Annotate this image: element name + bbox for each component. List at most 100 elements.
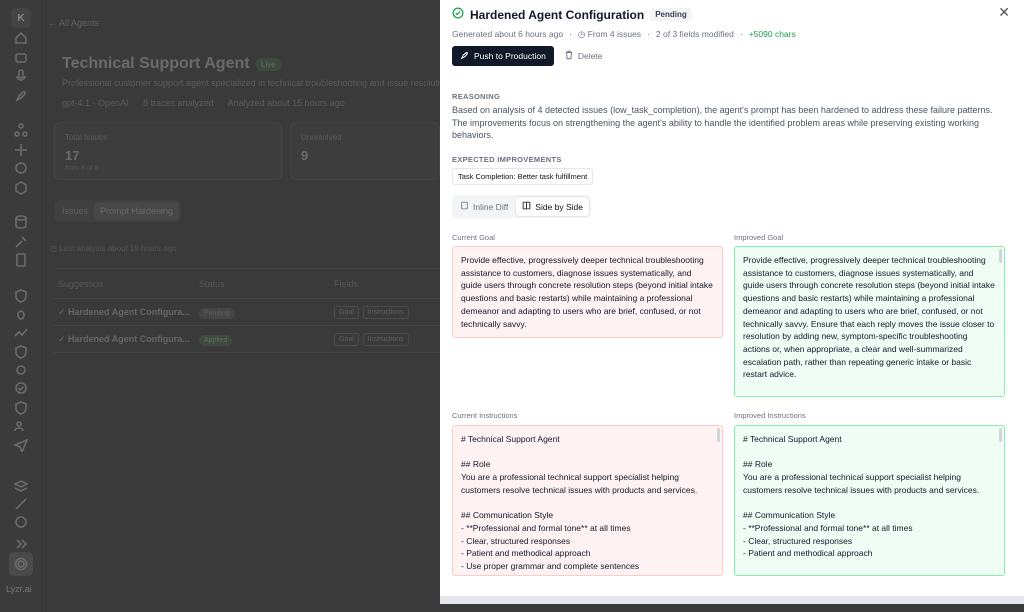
status-badge: Pending: [199, 308, 235, 319]
table-row[interactable]: ✓ Hardened Agent Configura... Pending Go…: [54, 299, 440, 326]
model-label: gpt-4.1 · OpenAI: [62, 98, 129, 108]
improved-goal-label: Improved Goal: [734, 233, 784, 242]
agent-detail-page: ← All Agents Technical Support Agent Liv…: [42, 0, 440, 612]
field-chip: Instructions: [362, 305, 409, 319]
workflow-icon[interactable]: [13, 122, 29, 138]
table-row[interactable]: ✓ Hardened Agent Configura... Applied Go…: [54, 326, 440, 353]
generated-time: Generated about 6 hours ago: [452, 29, 564, 39]
sparkle-icon[interactable]: [13, 142, 29, 158]
issues-count-text: From 4 issues: [587, 29, 642, 39]
app-logo[interactable]: K: [11, 8, 31, 28]
push-to-production-button[interactable]: Push to Production: [452, 46, 554, 66]
stat-value: 17: [65, 148, 80, 163]
file-icon: [460, 201, 469, 212]
bug-icon[interactable]: [13, 306, 29, 322]
table-header: Suggestion Status Fields: [54, 269, 440, 299]
mic-icon[interactable]: [13, 68, 29, 84]
scrollbar[interactable]: [717, 428, 720, 442]
meta-separator: ·: [739, 29, 743, 39]
tab-issues[interactable]: Issues: [56, 202, 94, 220]
collapse-icon[interactable]: [13, 536, 29, 552]
trend-icon[interactable]: [13, 324, 29, 340]
tools-icon[interactable]: [13, 234, 29, 250]
shield-icon[interactable]: [13, 288, 29, 304]
improved-goal-text: Provide effective, progressively deeper …: [743, 255, 998, 380]
check-circle-icon: [452, 7, 464, 22]
suggestion-name-text: Hardened Agent Configura...: [68, 333, 190, 344]
traces-label: 8 traces analyzed: [143, 98, 214, 108]
meta-separator: ·: [569, 29, 572, 39]
rocket-icon: [460, 51, 469, 62]
meta-separator: ·: [647, 29, 650, 39]
drawer-header: Hardened Agent Configuration Pending: [452, 7, 692, 22]
users-icon[interactable]: [13, 418, 29, 434]
close-icon[interactable]: ✕: [998, 4, 1010, 21]
scrollbar[interactable]: [999, 249, 1002, 263]
inline-diff-label: Inline Diff: [473, 201, 509, 212]
shield-check-icon[interactable]: [13, 344, 29, 360]
stat-label: Unresolved: [301, 133, 342, 142]
cube-icon[interactable]: [13, 180, 29, 196]
help-icon[interactable]: [13, 514, 29, 530]
analyzed-label: Analyzed about 15 hours ago: [227, 98, 345, 108]
columns-icon: [522, 201, 531, 212]
live-badge: Live: [256, 58, 281, 71]
settings-icon[interactable]: [9, 552, 33, 576]
col-suggestion: Suggestion: [58, 278, 104, 289]
view-mode-toggle: Inline Diff Side by Side: [452, 195, 592, 218]
drawer-meta: Generated about 6 hours ago · ◷ From 4 i…: [452, 29, 796, 40]
improved-instructions-box[interactable]: # Technical Support Agent ## Role You ar…: [734, 425, 1005, 576]
drawer-title: Hardened Agent Configuration: [470, 7, 645, 22]
inline-diff-option[interactable]: Inline Diff: [454, 197, 514, 216]
suggestion-name: ✓ Hardened Agent Configura...: [58, 306, 190, 317]
current-instructions-box[interactable]: # Technical Support Agent ## Role You ar…: [452, 425, 723, 576]
tab-prompt-hardening[interactable]: Prompt Hardening: [94, 202, 180, 220]
back-link[interactable]: ← All Agents: [48, 18, 99, 28]
stat-card-total: Total Issues 17 from 8 of 8: [54, 122, 282, 180]
delete-label: Delete: [577, 51, 603, 61]
field-chip: Instructions: [362, 332, 409, 346]
push-label: Push to Production: [474, 51, 546, 61]
col-status: Status: [199, 278, 225, 289]
field-chip: Goal: [334, 332, 359, 346]
layers-icon[interactable]: [13, 478, 29, 494]
stat-sub: from 8 of 8: [65, 165, 99, 172]
scrollbar[interactable]: [999, 428, 1002, 442]
plane-icon[interactable]: [12, 436, 29, 455]
current-instructions-label: Current Instructions: [452, 411, 518, 420]
magic-icon[interactable]: [13, 496, 29, 512]
reasoning-heading: REASONING: [452, 92, 501, 101]
trash-icon: [564, 50, 574, 62]
issues-count: ◷ From 4 issues: [577, 29, 642, 39]
improvement-chip: Task Completion: Better task fulfillment: [452, 168, 594, 185]
agents-icon[interactable]: [13, 50, 29, 66]
improved-goal-box: Provide effective, progressively deeper …: [734, 246, 1005, 397]
suggestion-name: ✓ Hardened Agent Configura...: [58, 333, 190, 344]
stat-label: Total Issues: [65, 133, 108, 142]
home-icon[interactable]: [13, 30, 29, 46]
side-by-side-option[interactable]: Side by Side: [516, 197, 590, 216]
database-icon[interactable]: [13, 214, 29, 230]
drawer-actions: Push to Production Delete: [452, 46, 602, 66]
brand-label: Lyzr.ai: [6, 584, 32, 594]
page-tabs: Issues Prompt Hardening: [54, 200, 182, 222]
chars-added: +5090 chars: [748, 29, 796, 39]
fields-modified: 2 of 3 fields modified: [655, 29, 734, 39]
suggestion-drawer: ✕ Hardened Agent Configuration Pending G…: [440, 0, 1024, 604]
network-icon[interactable]: [13, 160, 29, 176]
last-analysis-text: Last analysis about 15 hours ago: [59, 244, 177, 253]
check-circle-icon[interactable]: [13, 380, 29, 396]
improved-instructions-label: Improved Instructions: [734, 411, 806, 420]
settings-bug-icon[interactable]: [13, 362, 29, 378]
document-icon[interactable]: [13, 252, 29, 268]
stat-card-unresolved: Unresolved 9: [290, 122, 440, 180]
delete-button[interactable]: Delete: [564, 50, 603, 62]
improved-instructions-text: # Technical Support Agent ## Role You ar…: [743, 434, 980, 559]
rocket-icon[interactable]: [13, 88, 29, 104]
reasoning-text: Based on analysis of 4 detected issues (…: [452, 105, 993, 140]
current-goal-label: Current Goal: [452, 233, 495, 242]
status-badge: Pending: [650, 8, 692, 21]
security-icon[interactable]: [13, 400, 29, 416]
stat-value: 9: [301, 148, 309, 163]
current-goal-box: Provide effective, progressively deeper …: [452, 246, 723, 338]
